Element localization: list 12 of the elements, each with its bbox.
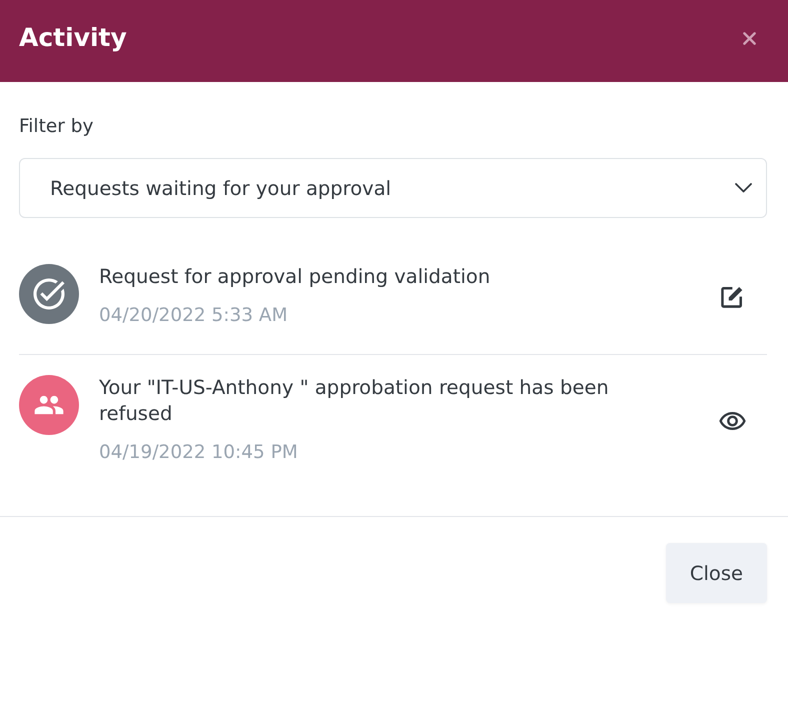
close-icon — [743, 32, 756, 44]
close-dialog-button[interactable]: Close — [666, 543, 767, 603]
chevron-down-icon — [735, 183, 752, 193]
activity-title: Request for approval pending validation — [99, 264, 492, 290]
edit-icon[interactable] — [721, 286, 743, 308]
activity-date: 04/19/2022 10:45 PM — [99, 441, 299, 465]
activity-title: Your "IT-US-Anthony " approbation request has been refused — [99, 375, 610, 427]
activity-date: 04/20/2022 5:33 AM — [99, 304, 289, 328]
eye-icon[interactable] — [718, 412, 746, 430]
filter-select[interactable]: Requests waiting for your approval — [19, 158, 767, 218]
dialog-title: Activity — [19, 22, 127, 54]
filter-label: Filter by — [19, 115, 94, 139]
